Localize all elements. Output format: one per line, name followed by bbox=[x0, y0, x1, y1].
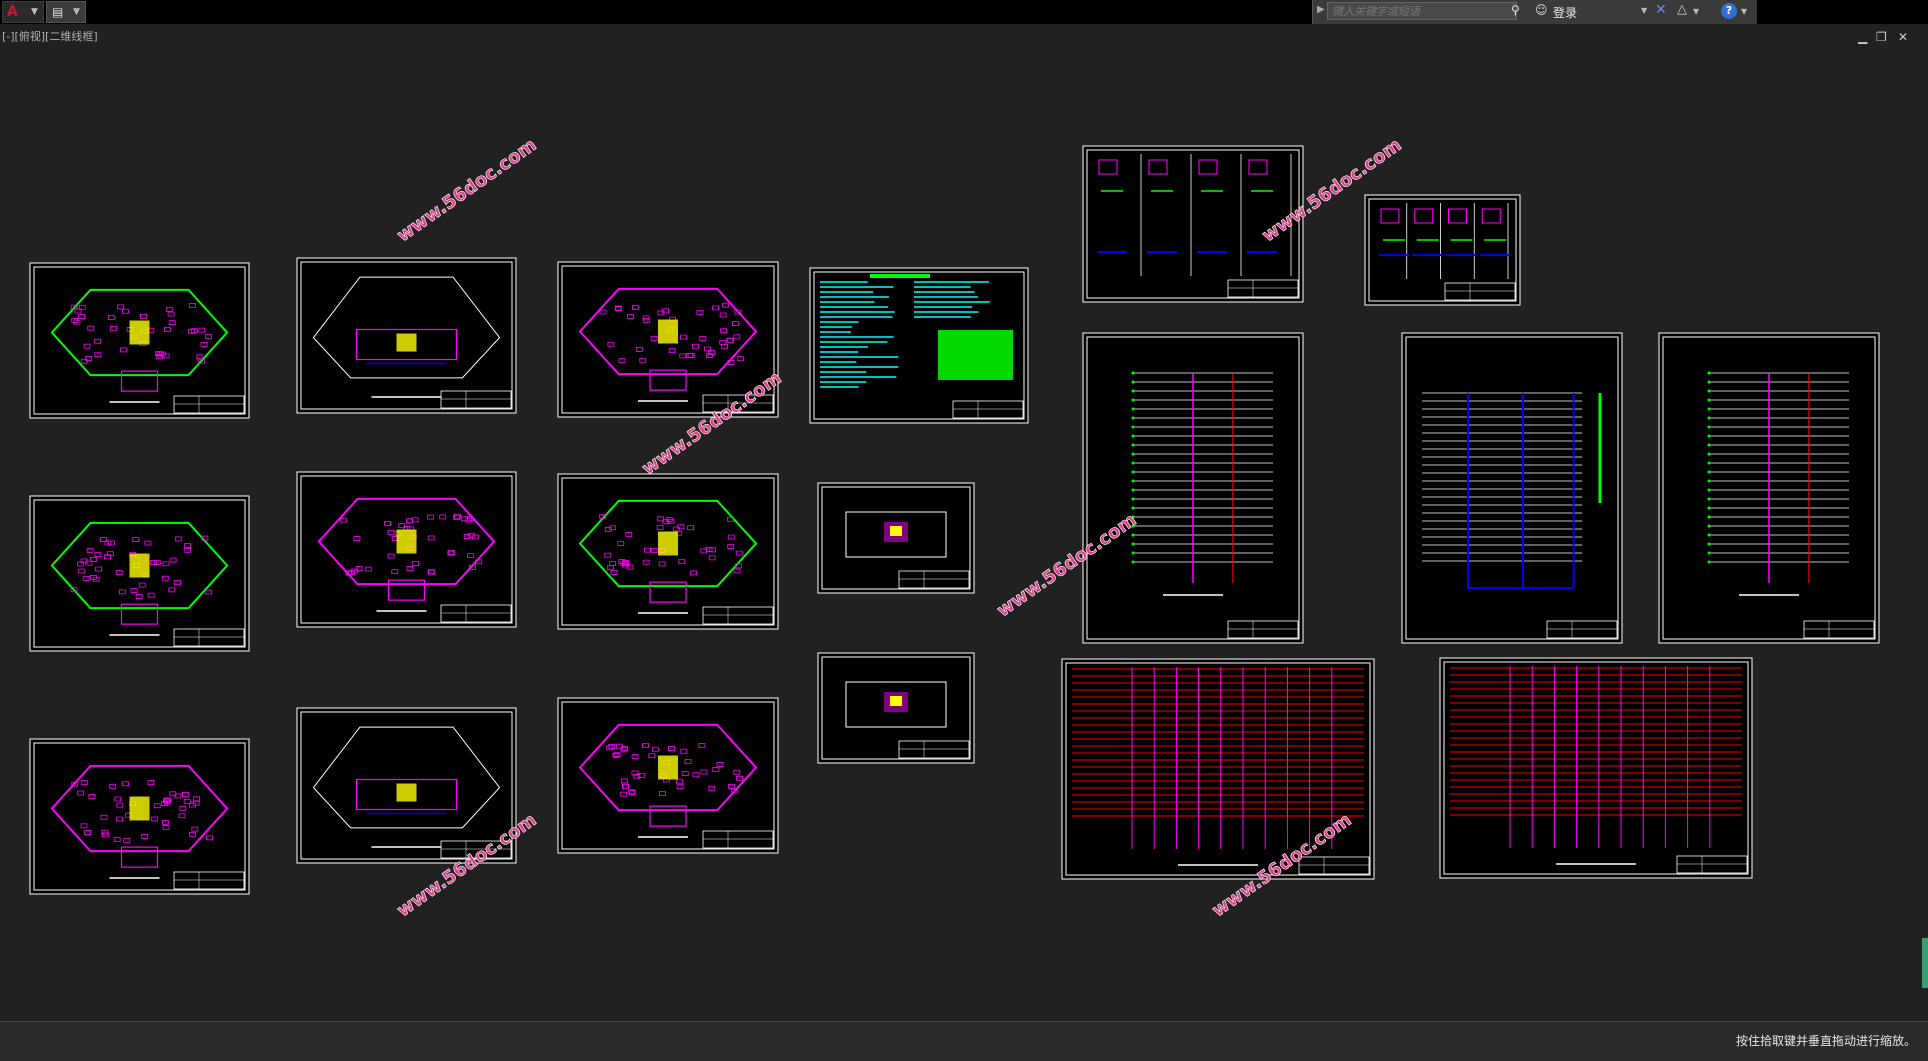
document-edit-icon: ▤ bbox=[52, 5, 63, 19]
command-prompt: 按住拾取键并垂直拖动进行缩放。 bbox=[1736, 1032, 1916, 1049]
login-button[interactable]: 登录 bbox=[1553, 4, 1577, 21]
watermark-text: www.56doc.com bbox=[393, 135, 540, 247]
user-icon[interactable]: ☺ bbox=[1535, 3, 1548, 17]
chevron-down-icon: ▼ bbox=[73, 7, 80, 17]
search-input[interactable] bbox=[1327, 2, 1517, 20]
drawing-sheet bbox=[297, 708, 516, 863]
drawing-sheet bbox=[297, 258, 516, 413]
drawing-sheet bbox=[30, 496, 249, 651]
drawing-sheet bbox=[1440, 658, 1752, 878]
core-area bbox=[658, 320, 678, 344]
chevron-down-icon[interactable]: ▼ bbox=[1741, 7, 1747, 16]
core-area bbox=[397, 530, 417, 554]
core-area bbox=[658, 756, 678, 780]
application-menu-button[interactable]: A ▼ bbox=[2, 1, 44, 23]
drawing-sheet bbox=[818, 483, 974, 593]
status-bar: 按住拾取键并垂直拖动进行缩放。 bbox=[0, 1021, 1928, 1061]
drawing-sheet bbox=[818, 653, 974, 763]
binoculars-icon[interactable]: ⚲ bbox=[1511, 3, 1520, 17]
drawing-sheet bbox=[30, 263, 249, 418]
infocenter-toolbar: ▶ ⚲ ☺ 登录 ▼ ✕ △ ▼ ? ▼ bbox=[1312, 0, 1757, 24]
drawing-sheet bbox=[1659, 333, 1879, 643]
drawing-sheet bbox=[810, 268, 1028, 423]
drawing-sheet bbox=[558, 698, 778, 853]
title-bar: A ▼ ▤ ▼ ▶ ⚲ ☺ 登录 ▼ ✕ △ ▼ ? ▼ bbox=[0, 0, 1928, 24]
autocad-logo-icon: A bbox=[7, 4, 18, 20]
drawing-sheet bbox=[1402, 333, 1622, 643]
quick-access-button[interactable]: ▤ ▼ bbox=[46, 1, 86, 23]
expand-arrow-icon[interactable]: ▶ bbox=[1317, 4, 1325, 15]
scrollbar[interactable] bbox=[1922, 938, 1928, 988]
drawing-sheet bbox=[558, 474, 778, 629]
help-icon[interactable]: ? bbox=[1721, 3, 1737, 19]
core-area bbox=[130, 321, 150, 345]
drawing-sheet bbox=[297, 472, 516, 627]
a360-icon[interactable]: △ bbox=[1677, 2, 1687, 17]
exchange-icon[interactable]: ✕ bbox=[1655, 2, 1667, 18]
core-area bbox=[658, 532, 678, 556]
chevron-down-icon: ▼ bbox=[31, 7, 38, 17]
core-area bbox=[130, 797, 150, 821]
chevron-down-icon[interactable]: ▼ bbox=[1693, 7, 1699, 16]
core-area bbox=[130, 554, 150, 578]
drawing-sheet bbox=[30, 739, 249, 894]
chevron-down-icon[interactable]: ▼ bbox=[1641, 6, 1647, 15]
drawing-sheet bbox=[1365, 195, 1520, 305]
drawing-canvas[interactable]: www.56doc.comwww.56doc.comwww.56doc.comw… bbox=[0, 24, 1928, 1021]
drawing-sheet bbox=[1083, 333, 1303, 643]
legend-table bbox=[938, 330, 1013, 380]
